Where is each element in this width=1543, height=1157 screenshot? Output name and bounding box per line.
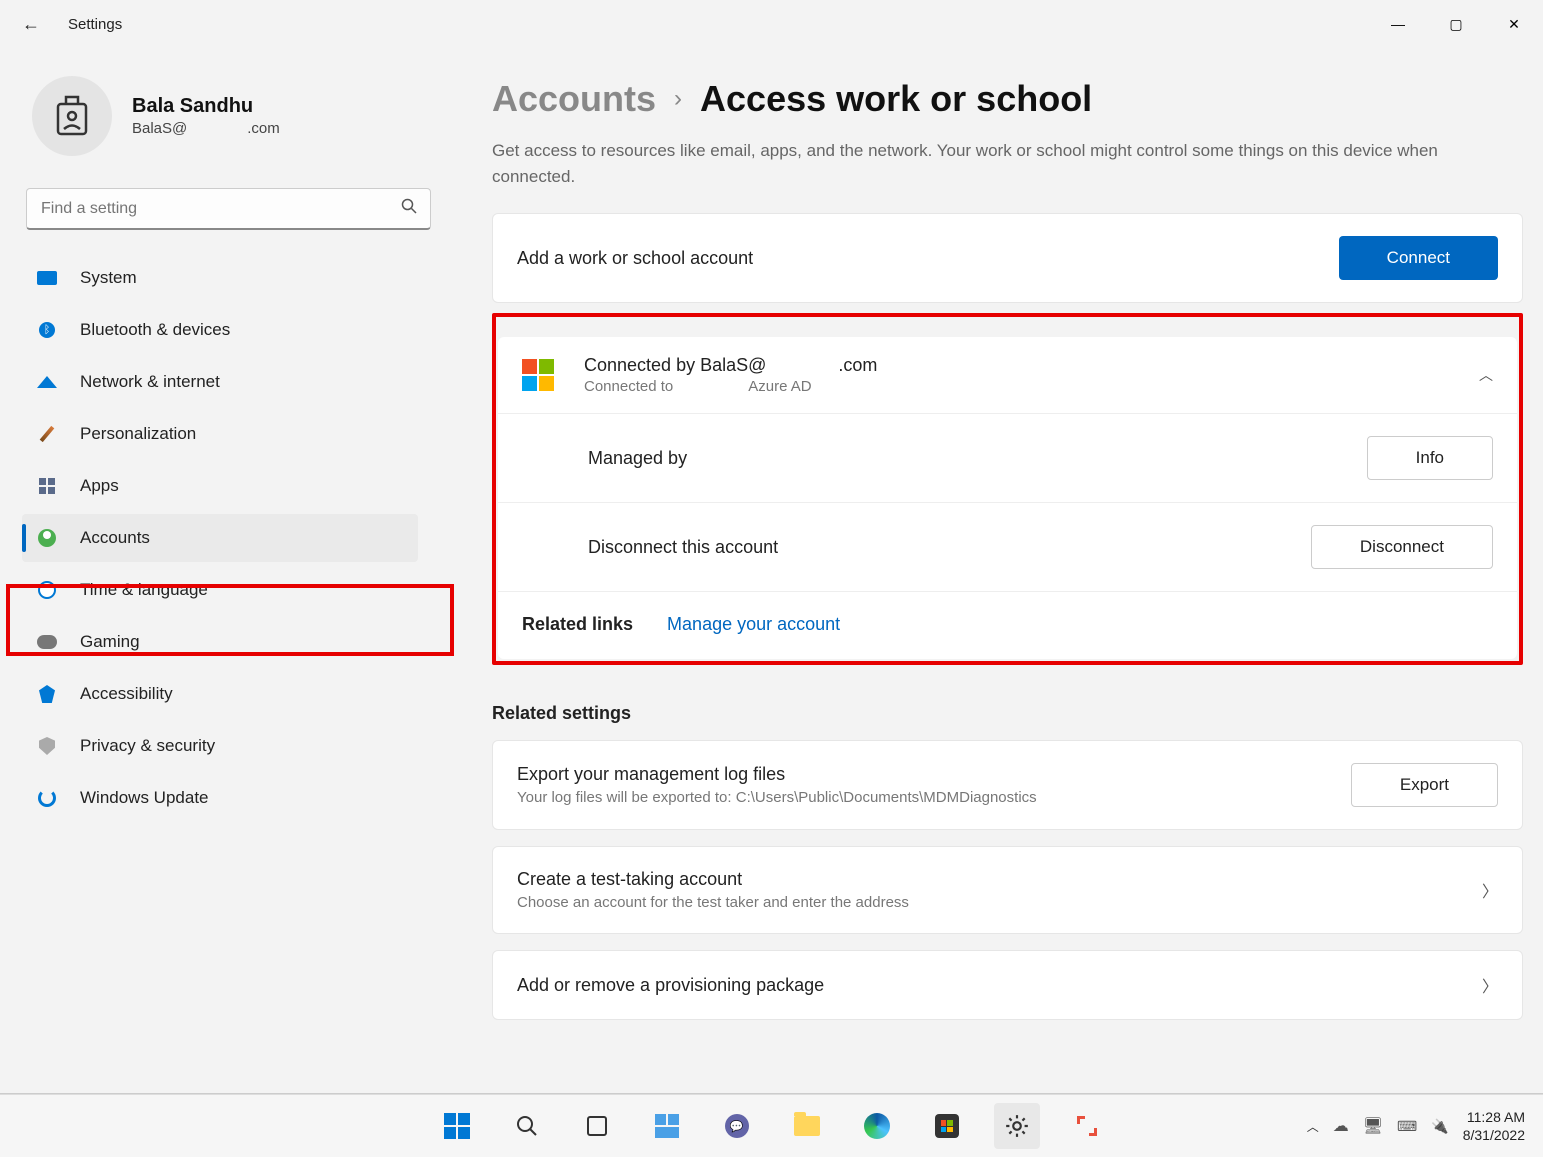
test-account-subtitle: Choose an account for the test taker and…: [517, 894, 1482, 911]
system-tray: ︿ ☁ 🖥 ⌨ 🔌 11:28 AM 8/31/2022: [1307, 1108, 1543, 1144]
maximize-button[interactable]: ▢: [1427, 4, 1485, 44]
profile-email: BalaS@xxxxxxxx.com: [132, 120, 280, 137]
titlebar: ← Settings — ▢ ✕: [0, 0, 1543, 48]
export-logs-row: Export your management log files Your lo…: [492, 740, 1523, 830]
microsoft-logo-icon: [522, 359, 554, 391]
connected-account-header[interactable]: Connected by BalaS@xxxxxxxx.com Connecte…: [498, 337, 1517, 414]
close-button[interactable]: ✕: [1485, 4, 1543, 44]
explorer-icon[interactable]: [784, 1103, 830, 1149]
managed-by-row: Managed by Info: [498, 414, 1517, 503]
nav-item-network[interactable]: Network & internet: [22, 358, 418, 406]
breadcrumb: Accounts › Access work or school: [492, 78, 1523, 120]
profile-block[interactable]: Bala Sandhu BalaS@xxxxxxxx.com: [22, 76, 418, 182]
wifi-icon: [36, 371, 58, 393]
edge-icon[interactable]: [854, 1103, 900, 1149]
content-area: Accounts › Access work or school Get acc…: [492, 78, 1523, 1093]
teams-icon[interactable]: 💬: [714, 1103, 760, 1149]
test-account-title: Create a test-taking account: [517, 869, 1482, 890]
tray-chevron-icon[interactable]: ︿: [1307, 1118, 1319, 1135]
shield-icon: [36, 735, 58, 757]
system-icon: [36, 267, 58, 289]
export-title: Export your management log files: [517, 764, 1351, 785]
nav-item-personalization[interactable]: Personalization: [22, 410, 418, 458]
disconnect-button[interactable]: Disconnect: [1311, 525, 1493, 569]
task-view-icon[interactable]: [574, 1103, 620, 1149]
nav-item-privacy[interactable]: Privacy & security: [22, 722, 418, 770]
brush-icon: [36, 423, 58, 445]
breadcrumb-current: Access work or school: [700, 78, 1092, 120]
connected-subtitle: Connected toxxxxxxxxxxAzure AD: [584, 378, 877, 395]
related-links-row: Related links Manage your account: [498, 592, 1517, 659]
export-subtitle: Your log files will be exported to: C:\U…: [517, 789, 1351, 806]
connected-title: Connected by BalaS@xxxxxxxx.com: [584, 355, 877, 376]
update-icon: [36, 787, 58, 809]
disconnect-label: Disconnect this account: [588, 537, 1311, 558]
accessibility-icon: [36, 683, 58, 705]
nav-item-update[interactable]: Windows Update: [22, 774, 418, 822]
add-account-label: Add a work or school account: [517, 248, 1339, 269]
export-button[interactable]: Export: [1351, 763, 1498, 807]
snipping-tool-icon[interactable]: [1064, 1103, 1110, 1149]
provisioning-title: Add or remove a provisioning package: [517, 975, 1482, 996]
annotation-highlight-sidebar: [6, 584, 454, 656]
settings-window: ← Settings — ▢ ✕ Bala Sandhu BalaS@xxxxx…: [0, 0, 1543, 1094]
nav-list: System ᛒBluetooth & devices Network & in…: [22, 254, 418, 822]
apps-icon: [36, 475, 58, 497]
avatar: [32, 76, 112, 156]
store-icon[interactable]: [924, 1103, 970, 1149]
connected-account-card: Connected by BalaS@xxxxxxxx.com Connecte…: [498, 337, 1517, 659]
sidebar: Bala Sandhu BalaS@xxxxxxxx.com System ᛒB…: [0, 48, 440, 822]
chevron-right-icon: 〉: [1482, 973, 1498, 997]
nav-item-bluetooth[interactable]: ᛒBluetooth & devices: [22, 306, 418, 354]
provisioning-row[interactable]: Add or remove a provisioning package 〉: [492, 950, 1523, 1020]
taskbar: 💬 ︿ ☁ 🖥 ⌨ 🔌 11:28 AM 8/31/2022: [0, 1094, 1543, 1157]
chevron-right-icon: ›: [674, 85, 682, 113]
add-account-card: Add a work or school account Connect: [492, 213, 1523, 303]
related-settings-heading: Related settings: [492, 703, 1523, 724]
window-title: Settings: [68, 16, 122, 33]
tray-monitor-icon[interactable]: 🖥: [1363, 1116, 1383, 1136]
minimize-button[interactable]: —: [1369, 4, 1427, 44]
info-button[interactable]: Info: [1367, 436, 1493, 480]
search-box[interactable]: [26, 188, 431, 230]
related-links-label: Related links: [522, 614, 633, 635]
nav-item-accessibility[interactable]: Accessibility: [22, 670, 418, 718]
profile-name: Bala Sandhu: [132, 95, 280, 118]
annotation-highlight-main: Connected by BalaS@xxxxxxxx.com Connecte…: [492, 313, 1523, 665]
bluetooth-icon: ᛒ: [36, 319, 58, 341]
widgets-icon[interactable]: [644, 1103, 690, 1149]
start-button[interactable]: [434, 1103, 480, 1149]
chevron-right-icon: 〉: [1482, 878, 1498, 902]
search-input[interactable]: [26, 188, 431, 230]
tray-language-icon[interactable]: ⌨: [1397, 1118, 1417, 1135]
breadcrumb-parent[interactable]: Accounts: [492, 78, 656, 120]
test-account-row[interactable]: Create a test-taking account Choose an a…: [492, 846, 1523, 934]
settings-app-icon[interactable]: [994, 1103, 1040, 1149]
person-icon: [36, 527, 58, 549]
back-button[interactable]: ←: [22, 14, 52, 35]
nav-item-apps[interactable]: Apps: [22, 462, 418, 510]
nav-item-accounts[interactable]: Accounts: [22, 514, 418, 562]
page-description: Get access to resources like email, apps…: [492, 138, 1492, 189]
chevron-up-icon[interactable]: ︿: [1479, 365, 1493, 385]
taskbar-clock[interactable]: 11:28 AM 8/31/2022: [1463, 1108, 1525, 1144]
nav-item-system[interactable]: System: [22, 254, 418, 302]
taskbar-search-icon[interactable]: [504, 1103, 550, 1149]
connect-button[interactable]: Connect: [1339, 236, 1498, 280]
disconnect-row: Disconnect this account Disconnect: [498, 503, 1517, 592]
manage-account-link[interactable]: Manage your account: [667, 614, 840, 635]
managed-by-label: Managed by: [588, 448, 1367, 469]
tray-onedrive-icon[interactable]: ☁: [1333, 1116, 1349, 1136]
tray-network-icon[interactable]: 🔌: [1431, 1118, 1448, 1135]
search-icon: [401, 198, 417, 219]
